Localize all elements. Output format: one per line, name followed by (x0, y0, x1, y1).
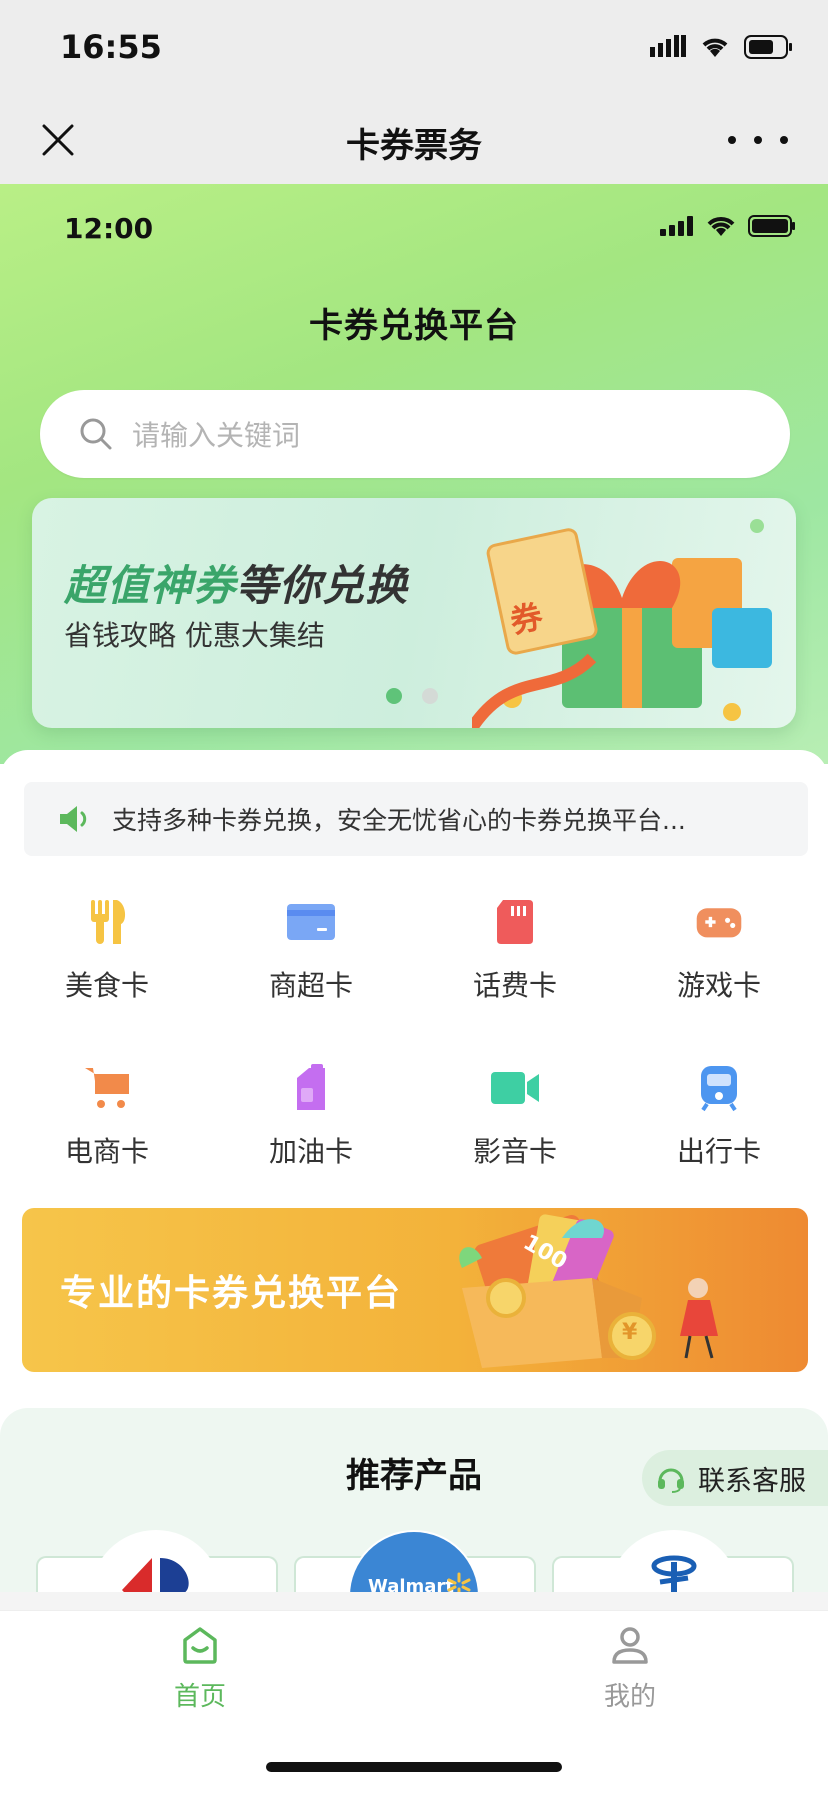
battery-icon (748, 215, 795, 237)
more-dot-icon (728, 136, 736, 144)
gamepad-icon (696, 908, 742, 938)
speaker-icon (60, 806, 87, 832)
category-label: 电商卡 (64, 1135, 149, 1168)
contact-service-button[interactable]: 联系客服 (642, 1450, 828, 1506)
user-icon (612, 1627, 648, 1664)
category-label: 话费卡 (472, 969, 557, 1002)
outer-status-icons (650, 34, 794, 60)
video-camera-icon (491, 1072, 539, 1104)
contact-service-label: 联系客服 (698, 1465, 806, 1497)
inner-status-time: 12:00 (64, 212, 154, 245)
tab-label: 首页 (173, 1682, 226, 1712)
card-icon (287, 904, 335, 940)
category-label: 出行卡 (676, 1135, 761, 1168)
more-dot-icon (780, 136, 788, 144)
home-indicator (266, 1762, 562, 1772)
promo-banner[interactable]: 专业的卡券兑换平台 100 ¥ (22, 1208, 808, 1372)
train-icon (701, 1066, 737, 1112)
category-video-card[interactable]: 影音卡 (413, 1064, 617, 1170)
sim-card-icon (497, 900, 533, 944)
outer-status-time: 16:55 (60, 28, 162, 66)
mini-program-title: 卡券票务 (346, 126, 482, 166)
headset-icon (658, 1468, 684, 1493)
notice-bar[interactable]: 支持多种卡券兑换，安全无忧省心的卡券兑换平台... (24, 782, 808, 856)
carousel-dot[interactable] (422, 688, 438, 704)
page-title: 卡券兑换平台 (309, 306, 519, 346)
category-supermarket-card[interactable]: 商超卡 (209, 898, 413, 1004)
tab-label: 我的 (603, 1682, 656, 1712)
category-label: 影音卡 (472, 1135, 557, 1168)
category-travel-card[interactable]: 出行卡 (617, 1064, 821, 1170)
carousel-dot-active[interactable] (386, 688, 402, 704)
search-bar[interactable]: 请输入关键词 (40, 390, 790, 478)
banner-carousel[interactable]: 超值神券等你兑换 省钱攻略 优惠大集结 券 (32, 498, 796, 728)
coin-symbol: ¥ (622, 1320, 638, 1345)
scroll-fade (0, 1592, 828, 1612)
fuel-can-icon (297, 1064, 325, 1110)
more-button[interactable] (728, 120, 788, 160)
category-label: 游戏卡 (676, 969, 761, 1002)
battery-icon (744, 35, 792, 59)
category-label: 加油卡 (268, 1135, 353, 1168)
cart-icon (85, 1068, 129, 1108)
banner-title: 超值神券等你兑换 (64, 552, 408, 613)
category-phone-card[interactable]: 话费卡 (413, 898, 617, 1004)
signal-icon (650, 35, 686, 57)
wifi-icon (702, 38, 728, 57)
inner-status-icons (660, 214, 796, 238)
more-dot-icon (754, 136, 762, 144)
gift-cards-illustration (459, 1214, 718, 1368)
tab-mine[interactable]: 我的 (530, 1624, 730, 1713)
search-placeholder: 请输入关键词 (132, 419, 301, 452)
search-icon (80, 418, 112, 450)
fork-knife-icon (91, 900, 126, 944)
banner-title-rest: 等你兑换 (236, 561, 409, 610)
notice-text: 支持多种卡券兑换，安全无忧省心的卡券兑换平台... (112, 806, 686, 835)
promo-text: 专业的卡券兑换平台 (60, 1273, 403, 1314)
category-label: 商超卡 (268, 969, 353, 1002)
category-fuel-card[interactable]: 加油卡 (209, 1064, 413, 1170)
home-icon (183, 1627, 217, 1664)
category-label: 美食卡 (64, 969, 149, 1002)
wifi-icon (707, 217, 735, 236)
category-ecommerce-card[interactable]: 电商卡 (5, 1064, 209, 1170)
banner-title-highlight: 超值神券 (64, 561, 237, 610)
signal-icon (660, 216, 693, 236)
banner-subtitle: 省钱攻略 优惠大集结 (64, 619, 325, 652)
category-game-card[interactable]: 游戏卡 (617, 898, 821, 1004)
category-food-card[interactable]: 美食卡 (5, 898, 209, 1004)
tab-home[interactable]: 首页 (100, 1624, 300, 1713)
